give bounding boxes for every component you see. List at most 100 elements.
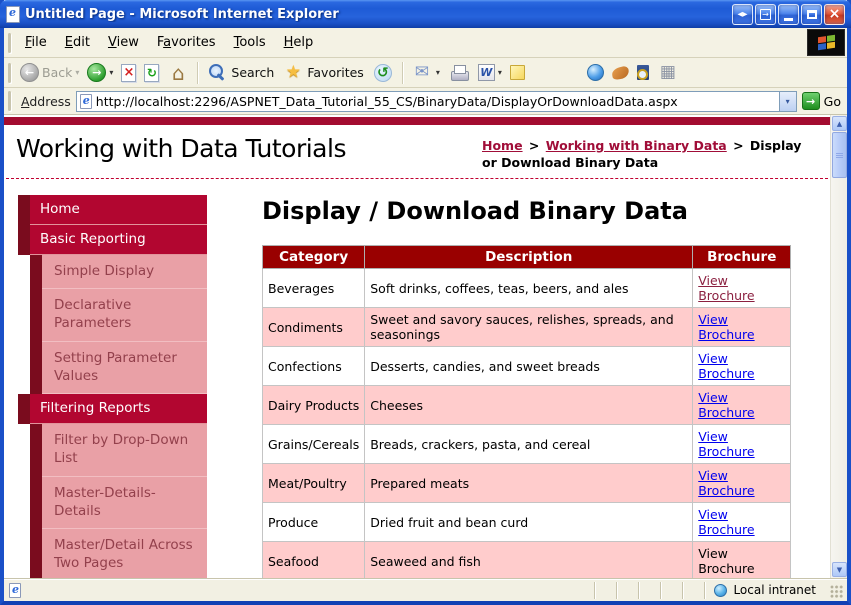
chevron-down-icon[interactable]: ▾ xyxy=(109,68,113,77)
sidebar-item-declarative-parameters[interactable]: Declarative Parameters xyxy=(30,289,207,342)
breadcrumb-home[interactable]: Home xyxy=(482,138,523,153)
msn-button[interactable] xyxy=(583,62,608,83)
menu-bar: File Edit View Favorites Tools Help xyxy=(4,28,847,58)
edit-word-button[interactable]: W ▾ xyxy=(474,62,506,83)
msn-icon xyxy=(586,64,604,81)
favorites-button[interactable]: ★ Favorites xyxy=(278,60,367,86)
popout-button[interactable]: → xyxy=(755,3,776,25)
menu-tools[interactable]: Tools xyxy=(225,31,275,54)
address-input[interactable]: http://localhost:2296/ASPNET_Data_Tutori… xyxy=(75,90,797,112)
indent-strip xyxy=(18,195,30,225)
messenger-button[interactable]: ▦ xyxy=(653,60,683,86)
globe-icon xyxy=(714,583,728,597)
breadcrumb-working-with-binary-data[interactable]: Working with Binary Data xyxy=(546,138,727,153)
menu-file[interactable]: File xyxy=(16,31,56,54)
view-brochure-link[interactable]: View Brochure xyxy=(698,468,754,498)
scroll-down-button[interactable]: ▼ xyxy=(832,562,847,577)
address-dropdown-button[interactable]: ▾ xyxy=(778,91,796,111)
close-button[interactable]: × xyxy=(824,3,845,25)
chevron-down-icon[interactable]: ▾ xyxy=(436,68,440,77)
menu-view[interactable]: View xyxy=(99,31,148,54)
resize-grip[interactable] xyxy=(830,585,844,599)
sidebar-item-setting-parameter-values[interactable]: Setting Parameter Values xyxy=(30,341,207,395)
sidebar-item-master-detail-across-two-pages[interactable]: Master/Detail Across Two Pages xyxy=(30,528,207,578)
toolbar-grip[interactable] xyxy=(8,62,11,83)
main-content: Display / Download Binary Data Category D… xyxy=(261,195,803,578)
view-brochure-link[interactable]: View Brochure xyxy=(698,273,754,303)
toolbar-grip[interactable] xyxy=(8,91,11,111)
refresh-button[interactable]: ↻ xyxy=(140,62,163,84)
indent-strip xyxy=(30,424,42,477)
chevron-down-icon[interactable]: ▾ xyxy=(498,68,502,77)
page-area: Working with Data Tutorials Home > Worki… xyxy=(4,115,830,578)
maximize-button[interactable] xyxy=(801,3,822,25)
sidebar-item-filter-by-drop-down-list[interactable]: Filter by Drop-Down List xyxy=(30,424,207,477)
home-button[interactable]: ⌂ xyxy=(163,60,193,86)
indent-strip xyxy=(18,225,30,255)
notes-button[interactable] xyxy=(506,63,529,82)
security-zone-pane: Local intranet xyxy=(704,581,828,599)
brochure-cell: View Brochure xyxy=(692,463,792,503)
title-bar[interactable]: Untitled Page - Microsoft Internet Explo… xyxy=(0,0,851,28)
column-header-description: Description xyxy=(364,245,694,269)
toolbar: ← Back ▾ → ▾ × ↻ ⌂ Search ★ Favorites ↺ ✉ ▾ W ▾ ▦ xyxy=(4,58,847,88)
history-button[interactable]: ↺ xyxy=(368,60,398,86)
menu-favorites[interactable]: Favorites xyxy=(148,31,225,54)
view-brochure-link[interactable]: View Brochure xyxy=(698,390,754,420)
back-circle-icon: ← xyxy=(20,63,39,82)
status-pane xyxy=(594,581,616,599)
back-button-label: Back xyxy=(42,65,73,80)
breadcrumb-separator: > xyxy=(524,138,544,153)
go-button[interactable]: → Go xyxy=(801,92,841,110)
site-title: Working with Data Tutorials xyxy=(16,134,346,163)
view-brochure-link[interactable]: View Brochure xyxy=(698,351,754,381)
print-button[interactable] xyxy=(444,60,474,86)
sidebar-item-label: Filtering Reports xyxy=(30,394,207,425)
content: Home Basic Reporting Simple Display Declara… xyxy=(4,179,830,578)
toolbar-grip[interactable] xyxy=(8,32,11,53)
indent-strip xyxy=(18,394,30,425)
sidebar-item-basic-reporting[interactable]: Basic Reporting xyxy=(18,225,207,255)
grid-icon: ▦ xyxy=(659,62,676,82)
sidebar-item-label: Master-Details-Details xyxy=(42,476,207,529)
menu-help[interactable]: Help xyxy=(275,31,323,54)
nav-arrows-button[interactable]: ◀▶ xyxy=(732,3,753,25)
search-button[interactable]: Search xyxy=(202,60,278,86)
view-brochure-link[interactable]: View Brochure xyxy=(698,507,754,537)
breadcrumb-separator: > xyxy=(728,138,748,153)
addon-button[interactable] xyxy=(608,65,633,81)
indent-strip xyxy=(30,289,42,342)
view-brochure-link[interactable]: View Brochure xyxy=(698,429,754,459)
scrollbar-thumb[interactable] xyxy=(832,132,847,178)
scroll-up-button[interactable]: ▲ xyxy=(832,116,847,131)
sidebar-item-master-details-details[interactable]: Master-Details-Details xyxy=(30,476,207,529)
favorites-button-label: Favorites xyxy=(307,65,364,80)
sidebar-item-filtering-reports[interactable]: Filtering Reports xyxy=(18,394,207,425)
description-cell: Soft drinks, coffees, teas, beers, and a… xyxy=(364,268,694,308)
menu-edit[interactable]: Edit xyxy=(56,31,99,54)
sidebar-item-home[interactable]: Home xyxy=(18,195,207,225)
page-title: Display / Download Binary Data xyxy=(262,197,688,225)
indent-strip xyxy=(30,528,42,578)
column-header-brochure: Brochure xyxy=(692,245,792,269)
mail-button[interactable]: ✉ ▾ xyxy=(407,60,444,86)
minimize-button[interactable] xyxy=(778,3,799,25)
brochure-cell: View Brochure xyxy=(692,307,792,347)
category-cell: Beverages xyxy=(261,268,366,308)
forward-button[interactable]: → ▾ xyxy=(83,61,117,84)
sidebar-item-label: Declarative Parameters xyxy=(42,289,207,342)
sidebar-item-simple-display[interactable]: Simple Display xyxy=(30,255,207,290)
stop-button[interactable]: × xyxy=(117,62,140,84)
table-row: Confections Desserts, candies, and sweet … xyxy=(261,346,792,386)
view-brochure-link[interactable]: View Brochure xyxy=(698,312,754,342)
address-label: Address xyxy=(21,93,71,109)
brochure-cell: View Brochure xyxy=(692,424,792,464)
back-button[interactable]: ← Back ▾ xyxy=(16,61,83,84)
brochure-cell: View Brochure xyxy=(692,502,792,542)
status-pane xyxy=(638,581,660,599)
research-button[interactable] xyxy=(633,63,653,82)
category-cell: Grains/Cereals xyxy=(261,424,366,464)
category-cell: Produce xyxy=(261,502,366,542)
vertical-scrollbar[interactable]: ▲ ▼ xyxy=(830,115,847,578)
chevron-down-icon[interactable]: ▾ xyxy=(75,68,79,77)
